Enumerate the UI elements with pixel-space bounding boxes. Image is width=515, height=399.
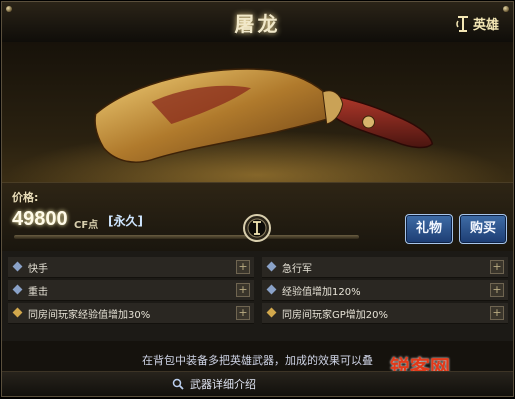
expand-plus-icon[interactable]: + [236, 283, 250, 297]
attributes-section: 快手 + 重击 + 同房间玩家经验值增加30% + 急行军 + 经验值增加120… [2, 251, 513, 341]
attribute-text: 重击 [28, 287, 48, 298]
weapon-detail-label: 武器详细介绍 [190, 378, 256, 391]
attributes-left-column: 快手 + 重击 + 同房间玩家经验值增加30% + [8, 257, 254, 326]
attribute-text: 快手 [28, 264, 48, 275]
attribute-row: 快手 + [8, 257, 254, 278]
weapon-detail-link[interactable]: 武器详细介绍 [172, 376, 256, 392]
expand-plus-icon[interactable]: + [236, 260, 250, 274]
weapon-display [2, 42, 513, 182]
price-value: 49800 [12, 208, 68, 230]
weapon-detail-panel: 屠龙 英雄 价格: 49800 CF点 [永久] 礼物 购买 快手 + 重击 +… [1, 1, 514, 397]
attributes-right-column: 急行军 + 经验值增加120% + 同房间玩家GP增加20% + [262, 257, 508, 326]
blue-diamond-icon [12, 261, 23, 272]
blue-diamond-icon [266, 284, 277, 295]
slider-knob-icon[interactable] [242, 213, 272, 243]
expand-plus-icon[interactable]: + [490, 306, 504, 320]
title-bar: 屠龙 英雄 [2, 2, 513, 43]
attribute-text: 经验值增加120% [282, 287, 361, 298]
price-unit: CF点 [74, 220, 99, 231]
attribute-text: 同房间玩家GP增加20% [282, 310, 389, 321]
expand-plus-icon[interactable]: + [236, 306, 250, 320]
expand-plus-icon[interactable]: + [490, 283, 504, 297]
attribute-row: 重击 + [8, 280, 254, 301]
gold-diamond-icon [266, 307, 277, 318]
attribute-text: 急行军 [282, 264, 312, 275]
blue-diamond-icon [266, 261, 277, 272]
weapon-title: 屠龙 [234, 12, 281, 36]
attribute-row: 经验值增加120% + [262, 280, 508, 301]
price-label: 价格: [12, 191, 39, 204]
magnifier-icon [172, 378, 184, 390]
attribute-text: 同房间玩家经验值增加30% [28, 310, 151, 321]
blue-diamond-icon [12, 284, 23, 295]
attribute-row: 急行军 + [262, 257, 508, 278]
hero-rank-icon [456, 15, 468, 32]
rank-badge: 英雄 [455, 14, 499, 33]
gold-diamond-icon [12, 307, 23, 318]
rank-label: 英雄 [472, 18, 499, 33]
gift-button[interactable]: 礼物 [405, 214, 453, 244]
duration-slider[interactable] [14, 235, 359, 239]
footer-bar: 武器详细介绍 [2, 371, 513, 396]
buy-button[interactable]: 购买 [459, 214, 507, 244]
price-duration[interactable]: [永久] [108, 212, 143, 229]
attribute-row: 同房间玩家经验值增加30% + [8, 303, 254, 324]
kukri-knife-icon [94, 68, 434, 163]
expand-plus-icon[interactable]: + [490, 260, 504, 274]
attribute-row: 同房间玩家GP增加20% + [262, 303, 508, 324]
